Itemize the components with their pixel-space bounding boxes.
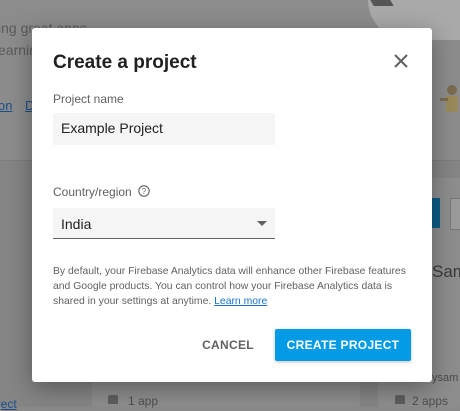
dialog-title: Create a project [53,52,197,73]
background-link[interactable]: on [0,98,12,113]
background-project-link[interactable]: ject [0,397,17,411]
dropdown-arrow-icon [257,221,267,226]
project-name-label: Project name [53,92,124,106]
app-icon [108,395,118,404]
create-project-dialog: Create a project Project name Country/re… [32,28,432,382]
project-name-input[interactable] [61,120,271,136]
background-app-count: 2 apps [412,394,449,408]
background-card-subtitle: ysam [432,372,459,384]
analytics-description: By default, your Firebase Analytics data… [53,264,413,309]
close-icon[interactable] [390,50,412,72]
country-region-label: Country/region [53,185,132,199]
background-gray-button[interactable] [450,198,460,230]
svg-text:?: ? [142,187,147,196]
learn-more-link[interactable]: Learn more [214,296,267,307]
country-region-value: India [61,216,92,232]
background-person-illustration [440,85,458,112]
help-circle-icon[interactable]: ? [138,185,150,197]
app-icon [395,395,405,404]
cancel-button[interactable]: CANCEL [192,329,264,361]
background-app-count: 1 app [128,394,159,408]
create-project-button[interactable]: CREATE PROJECT [275,329,411,361]
country-region-select[interactable]: India [53,208,275,239]
project-name-field[interactable] [53,113,275,145]
background-card-title: Sam [432,262,460,281]
background-illustration-detail [370,0,394,6]
